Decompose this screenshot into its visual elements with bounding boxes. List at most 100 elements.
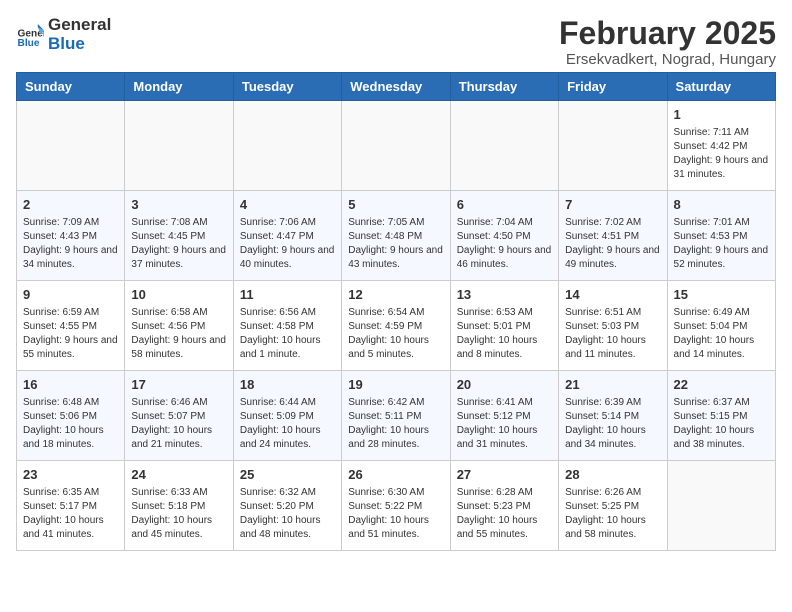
- calendar-cell: [17, 101, 125, 191]
- calendar-cell: 18Sunrise: 6:44 AM Sunset: 5:09 PM Dayli…: [233, 371, 341, 461]
- day-info: Sunrise: 6:28 AM Sunset: 5:23 PM Dayligh…: [457, 486, 552, 542]
- day-number: 15: [674, 286, 769, 304]
- logo: General Blue General Blue: [16, 16, 111, 53]
- day-number: 12: [348, 286, 443, 304]
- day-number: 27: [457, 466, 552, 484]
- logo-blue-text: Blue: [48, 35, 111, 54]
- calendar-cell: [233, 101, 341, 191]
- day-info: Sunrise: 6:48 AM Sunset: 5:06 PM Dayligh…: [23, 396, 118, 452]
- day-number: 20: [457, 376, 552, 394]
- calendar-cell: 6 Sunrise: 7:04 AM Sunset: 4:50 PM Daylig…: [450, 191, 558, 281]
- day-info: Sunrise: 6:37 AM Sunset: 5:15 PM Dayligh…: [674, 396, 769, 452]
- calendar-cell: [125, 101, 233, 191]
- calendar-cell: 1 Sunrise: 7:11 AM Sunset: 4:42 PM Daylig…: [667, 101, 775, 191]
- calendar-cell: 17 Sunrise: 6:46 AM Sunset: 5:07 PM Dayli…: [125, 371, 233, 461]
- day-info: Sunrise: 7:05 AM Sunset: 4:48 PM Dayligh…: [348, 216, 443, 272]
- calendar-cell: 23 Sunrise: 6:35 AM Sunset: 5:17 PM Dayli…: [17, 461, 125, 551]
- weekday-header: Thursday: [450, 73, 558, 101]
- logo-icon: General Blue: [16, 21, 44, 49]
- day-number: 16: [23, 376, 118, 394]
- day-info: Sunrise: 6:35 AM Sunset: 5:17 PM Dayligh…: [23, 486, 118, 542]
- calendar-cell: 5Sunrise: 7:05 AM Sunset: 4:48 PM Daylig…: [342, 191, 450, 281]
- svg-text:Blue: Blue: [18, 38, 40, 49]
- calendar-cell: 27 Sunrise: 6:28 AM Sunset: 5:23 PM Dayli…: [450, 461, 558, 551]
- calendar-cell: 25Sunrise: 6:32 AM Sunset: 5:20 PM Dayli…: [233, 461, 341, 551]
- day-info: Sunrise: 7:09 AM Sunset: 4:43 PM Dayligh…: [23, 216, 118, 272]
- calendar-cell: 28 Sunrise: 6:26 AM Sunset: 5:25 PM Dayli…: [559, 461, 667, 551]
- calendar-cell: 20 Sunrise: 6:41 AM Sunset: 5:12 PM Dayli…: [450, 371, 558, 461]
- day-number: 10: [131, 286, 226, 304]
- day-number: 7: [565, 196, 660, 214]
- day-info: Sunrise: 6:30 AM Sunset: 5:22 PM Dayligh…: [348, 486, 443, 542]
- day-number: 24: [131, 466, 226, 484]
- day-info: Sunrise: 6:26 AM Sunset: 5:25 PM Dayligh…: [565, 486, 660, 542]
- calendar-cell: 19 Sunrise: 6:42 AM Sunset: 5:11 PM Dayli…: [342, 371, 450, 461]
- calendar-cell: 15 Sunrise: 6:49 AM Sunset: 5:04 PM Dayli…: [667, 281, 775, 371]
- day-info: Sunrise: 6:56 AM Sunset: 4:58 PM Dayligh…: [240, 306, 335, 362]
- calendar-cell: 24 Sunrise: 6:33 AM Sunset: 5:18 PM Dayli…: [125, 461, 233, 551]
- calendar-week-row: 2 Sunrise: 7:09 AM Sunset: 4:43 PM Daylig…: [17, 191, 776, 281]
- day-number: 8: [674, 196, 769, 214]
- day-info: Sunrise: 7:02 AM Sunset: 4:51 PM Dayligh…: [565, 216, 660, 272]
- day-number: 21: [565, 376, 660, 394]
- day-number: 9: [23, 286, 118, 304]
- day-info: Sunrise: 6:39 AM Sunset: 5:14 PM Dayligh…: [565, 396, 660, 452]
- weekday-header: Friday: [559, 73, 667, 101]
- day-number: 11: [240, 286, 335, 304]
- day-number: 28: [565, 466, 660, 484]
- calendar-cell: 4Sunrise: 7:06 AM Sunset: 4:47 PM Daylig…: [233, 191, 341, 281]
- day-number: 14: [565, 286, 660, 304]
- weekday-header: Saturday: [667, 73, 775, 101]
- day-info: Sunrise: 7:08 AM Sunset: 4:45 PM Dayligh…: [131, 216, 226, 272]
- calendar-cell: 11 Sunrise: 6:56 AM Sunset: 4:58 PM Dayli…: [233, 281, 341, 371]
- title-block: February 2025 Ersekvadkert, Nograd, Hung…: [559, 16, 776, 68]
- day-number: 3: [131, 196, 226, 214]
- day-info: Sunrise: 6:59 AM Sunset: 4:55 PM Dayligh…: [23, 306, 118, 362]
- calendar-cell: 9 Sunrise: 6:59 AM Sunset: 4:55 PM Daylig…: [17, 281, 125, 371]
- day-number: 2: [23, 196, 118, 214]
- day-info: Sunrise: 7:06 AM Sunset: 4:47 PM Dayligh…: [240, 216, 335, 272]
- calendar-week-row: 23 Sunrise: 6:35 AM Sunset: 5:17 PM Dayli…: [17, 461, 776, 551]
- calendar-cell: 16 Sunrise: 6:48 AM Sunset: 5:06 PM Dayli…: [17, 371, 125, 461]
- calendar-cell: [559, 101, 667, 191]
- day-number: 13: [457, 286, 552, 304]
- calendar-cell: [450, 101, 558, 191]
- day-info: Sunrise: 7:04 AM Sunset: 4:50 PM Dayligh…: [457, 216, 552, 272]
- day-info: Sunrise: 6:33 AM Sunset: 5:18 PM Dayligh…: [131, 486, 226, 542]
- calendar-cell: 2 Sunrise: 7:09 AM Sunset: 4:43 PM Daylig…: [17, 191, 125, 281]
- day-info: Sunrise: 6:49 AM Sunset: 5:04 PM Dayligh…: [674, 306, 769, 362]
- day-number: 22: [674, 376, 769, 394]
- day-number: 1: [674, 106, 769, 124]
- day-number: 6: [457, 196, 552, 214]
- day-number: 25: [240, 466, 335, 484]
- day-info: Sunrise: 6:41 AM Sunset: 5:12 PM Dayligh…: [457, 396, 552, 452]
- day-number: 19: [348, 376, 443, 394]
- day-info: Sunrise: 7:11 AM Sunset: 4:42 PM Dayligh…: [674, 126, 769, 182]
- calendar-cell: 26 Sunrise: 6:30 AM Sunset: 5:22 PM Dayli…: [342, 461, 450, 551]
- calendar-cell: 13 Sunrise: 6:53 AM Sunset: 5:01 PM Dayli…: [450, 281, 558, 371]
- calendar-week-row: 9 Sunrise: 6:59 AM Sunset: 4:55 PM Daylig…: [17, 281, 776, 371]
- calendar-cell: 22 Sunrise: 6:37 AM Sunset: 5:15 PM Dayli…: [667, 371, 775, 461]
- calendar-cell: 12Sunrise: 6:54 AM Sunset: 4:59 PM Dayli…: [342, 281, 450, 371]
- day-info: Sunrise: 6:46 AM Sunset: 5:07 PM Dayligh…: [131, 396, 226, 452]
- calendar-cell: 14 Sunrise: 6:51 AM Sunset: 5:03 PM Dayli…: [559, 281, 667, 371]
- weekday-header-row: SundayMondayTuesdayWednesdayThursdayFrid…: [17, 73, 776, 101]
- weekday-header: Monday: [125, 73, 233, 101]
- day-number: 23: [23, 466, 118, 484]
- calendar-cell: [342, 101, 450, 191]
- calendar-table: SundayMondayTuesdayWednesdayThursdayFrid…: [16, 72, 776, 551]
- calendar-cell: 3 Sunrise: 7:08 AM Sunset: 4:45 PM Daylig…: [125, 191, 233, 281]
- calendar-cell: 8Sunrise: 7:01 AM Sunset: 4:53 PM Daylig…: [667, 191, 775, 281]
- day-info: Sunrise: 6:53 AM Sunset: 5:01 PM Dayligh…: [457, 306, 552, 362]
- weekday-header: Sunday: [17, 73, 125, 101]
- calendar-cell: [667, 461, 775, 551]
- calendar-week-row: 16 Sunrise: 6:48 AM Sunset: 5:06 PM Dayli…: [17, 371, 776, 461]
- day-number: 26: [348, 466, 443, 484]
- logo-general-text: General: [48, 16, 111, 35]
- day-info: Sunrise: 6:51 AM Sunset: 5:03 PM Dayligh…: [565, 306, 660, 362]
- day-number: 17: [131, 376, 226, 394]
- calendar-subtitle: Ersekvadkert, Nograd, Hungary: [559, 51, 776, 68]
- day-info: Sunrise: 6:42 AM Sunset: 5:11 PM Dayligh…: [348, 396, 443, 452]
- calendar-week-row: 1 Sunrise: 7:11 AM Sunset: 4:42 PM Daylig…: [17, 101, 776, 191]
- day-number: 18: [240, 376, 335, 394]
